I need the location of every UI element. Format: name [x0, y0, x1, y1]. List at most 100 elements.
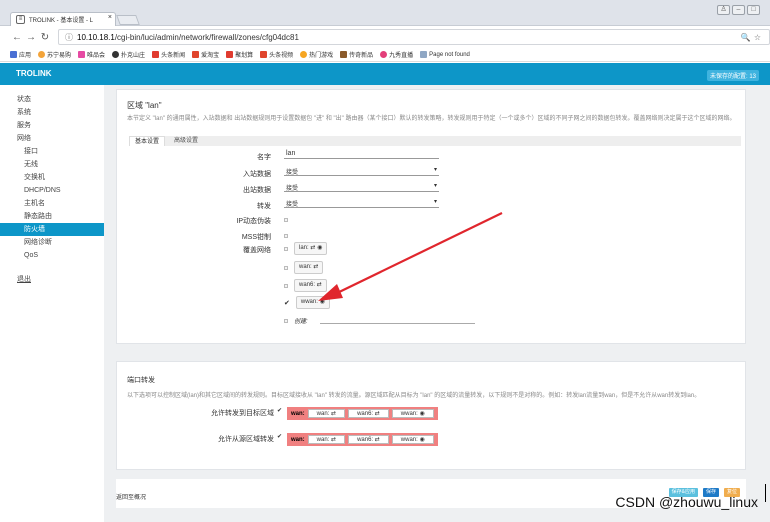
network-chip: wan: ⇄	[294, 261, 324, 274]
bookmark-item[interactable]: 聚划算	[226, 50, 253, 59]
sidebar-item-diagnostics[interactable]: 网络诊断	[0, 236, 104, 249]
input-label: 入站数据	[243, 171, 271, 178]
network-option-wan[interactable]: wan: ⇄	[284, 261, 324, 274]
main-content: 区域 "lan" 本节定义 "lan" 的通用属性，入站数据和 出站数据规则用于…	[104, 85, 770, 522]
maximize-icon[interactable]: □	[747, 5, 760, 15]
sidebar-item-network[interactable]: 网络	[0, 132, 104, 145]
minimize-icon[interactable]: –	[732, 5, 745, 15]
network-checkbox-checked[interactable]: ✔	[284, 299, 290, 307]
sidebar-item-switch[interactable]: 交换机	[0, 171, 104, 184]
covered-networks-label: 覆盖网络	[243, 247, 271, 254]
zone-chip-wan6[interactable]: wan6: ⇄	[348, 435, 389, 444]
sidebar-item-qos[interactable]: QoS	[0, 249, 104, 262]
bookmark-item[interactable]: 热门游戏	[300, 50, 333, 59]
zone-title: 区域 "lan"	[127, 101, 162, 110]
zone-chip-wan[interactable]: wan: ⇄	[307, 435, 346, 444]
sidebar-item-firewall[interactable]: 防火墙	[0, 223, 104, 236]
forward-row: 转发 接受	[117, 198, 747, 211]
forward-label: 转发	[257, 203, 271, 210]
sidebar-item-wireless[interactable]: 无线	[0, 158, 104, 171]
input-policy-select[interactable]: 接受	[284, 166, 439, 176]
allow-to-zones: wan: wan: ⇄ wan6: ⇄ wwan: ◉	[287, 407, 438, 420]
name-row: 名字 lan	[117, 150, 747, 162]
allow-to-checkbox[interactable]: ✔	[277, 407, 282, 414]
tab-advanced-settings[interactable]: 高级设置	[169, 136, 203, 146]
back-to-overview-link[interactable]: 返回至概况	[116, 492, 146, 501]
custom-label: 创建:	[294, 319, 308, 325]
masq-label: IP动态伪装	[236, 218, 271, 225]
back-arrow-icon[interactable]: ←	[10, 32, 24, 43]
zone-chip-wwan[interactable]: wwan: ◉	[391, 435, 434, 444]
input-row: 入站数据 接受	[117, 166, 747, 179]
forward-arrow-icon[interactable]: →	[24, 32, 38, 43]
output-row: 出站数据 接受	[117, 182, 747, 195]
network-chip: wan6: ⇄	[294, 279, 327, 292]
bookmark-item[interactable]: 头条视频	[260, 50, 293, 59]
sidebar-item-static-routes[interactable]: 静态路由	[0, 210, 104, 223]
masq-row: IP动态伪装	[117, 216, 747, 228]
forward-policy-select[interactable]: 接受	[284, 198, 439, 208]
mss-checkbox[interactable]	[284, 234, 288, 238]
name-label: 名字	[257, 154, 271, 161]
zone-chip-wan6[interactable]: wan6: ⇄	[348, 409, 389, 418]
network-option-lan[interactable]: lan: ⇄ ◉	[284, 242, 328, 255]
allow-from-zones: wan: wan: ⇄ wan6: ⇄ wwan: ◉	[287, 433, 438, 446]
sidebar-item-dhcp-dns[interactable]: DHCP/DNS	[0, 184, 104, 197]
mss-label: MSS钳制	[241, 234, 271, 241]
info-icon[interactable]: ⓘ	[65, 32, 73, 43]
close-icon[interactable]: ×	[108, 14, 112, 21]
unsaved-changes-badge[interactable]: 未保存的配置: 13	[706, 70, 759, 81]
sidebar-item-system[interactable]: 系统	[0, 106, 104, 119]
network-option-wwan[interactable]: ✔ wwan: ◉	[284, 296, 330, 309]
sidebar-item-hostnames[interactable]: 主机名	[0, 197, 104, 210]
browser-tab[interactable]: ≡ TROLINK - 基本设置 - L ×	[10, 12, 116, 26]
sidebar-item-interfaces[interactable]: 接口	[0, 145, 104, 158]
bookmark-item[interactable]: 唯品会	[78, 50, 105, 59]
network-radio[interactable]	[284, 318, 288, 323]
user-icon[interactable]: ♙	[717, 5, 730, 15]
network-checkbox[interactable]	[284, 283, 288, 288]
bookmark-item[interactable]: 扑克山庄	[112, 50, 145, 59]
watermark: CSDN @zhouwu_linux	[615, 494, 758, 510]
bookmark-item[interactable]: 传奇新品	[340, 50, 373, 59]
network-checkbox[interactable]	[284, 265, 288, 270]
network-option-wan6[interactable]: wan6: ⇄	[284, 279, 327, 292]
output-policy-select[interactable]: 接受	[284, 182, 439, 192]
bookmark-apps[interactable]: 应用	[10, 50, 31, 59]
sidebar-item-services[interactable]: 服务	[0, 119, 104, 132]
browser-tabbar: ≡ TROLINK - 基本设置 - L × ♙ – □	[0, 0, 770, 26]
new-tab-button[interactable]	[116, 15, 140, 25]
url-input[interactable]: ⓘ 10.10.18.1/cgi-bin/luci/admin/network/…	[58, 29, 770, 45]
network-option-custom[interactable]: 创建:	[284, 316, 475, 325]
app-header: TROLINK 未保存的配置: 13	[0, 63, 770, 85]
brand-logo[interactable]: TROLINK	[16, 69, 52, 78]
tab-basic-settings[interactable]: 基本设置	[129, 136, 166, 146]
forwarding-description: 以下选项可以控制区域(lan)和其它区域间的转发规则。目标区域接收从 "lan"…	[127, 393, 701, 399]
reload-icon[interactable]: ↻	[38, 32, 52, 43]
bookmark-item[interactable]: 头条新闻	[152, 50, 185, 59]
masq-checkbox[interactable]	[284, 218, 288, 222]
text-cursor	[765, 484, 766, 502]
wifi-icon: ◉	[319, 299, 325, 305]
sidebar-item-logout[interactable]: 退出	[0, 273, 104, 286]
zone-subtabs: 基本设置 高级设置	[129, 136, 741, 146]
network-chip: lan: ⇄ ◉	[294, 242, 328, 255]
bookmark-item[interactable]: 爱淘宝	[192, 50, 219, 59]
mss-row: MSS钳制	[117, 232, 747, 244]
network-icon: ⇄	[310, 245, 316, 251]
zone-chip-wan[interactable]: wan: ⇄	[307, 409, 346, 418]
forwarding-title: 端口转发	[127, 377, 155, 384]
sidebar-item-status[interactable]: 状态	[0, 93, 104, 106]
name-input[interactable]: lan	[284, 150, 439, 159]
zone-chip-wwan[interactable]: wwan: ◉	[391, 409, 434, 418]
sidebar: 状态 系统 服务 网络 接口 无线 交换机 DHCP/DNS 主机名 静态路由 …	[0, 85, 104, 522]
zoom-star-icons[interactable]: 🔍☆	[741, 33, 764, 42]
network-checkbox[interactable]	[284, 246, 288, 251]
bookmark-item[interactable]: Page not found	[420, 51, 470, 58]
covered-networks-row: 覆盖网络	[117, 245, 747, 257]
bookmark-item[interactable]: 九秀直播	[380, 50, 413, 59]
custom-network-input[interactable]	[319, 317, 475, 324]
network-icon: ⇄	[313, 264, 319, 270]
bookmark-item[interactable]: 苏宁易购	[38, 50, 71, 59]
allow-from-checkbox[interactable]: ✔	[277, 433, 282, 440]
